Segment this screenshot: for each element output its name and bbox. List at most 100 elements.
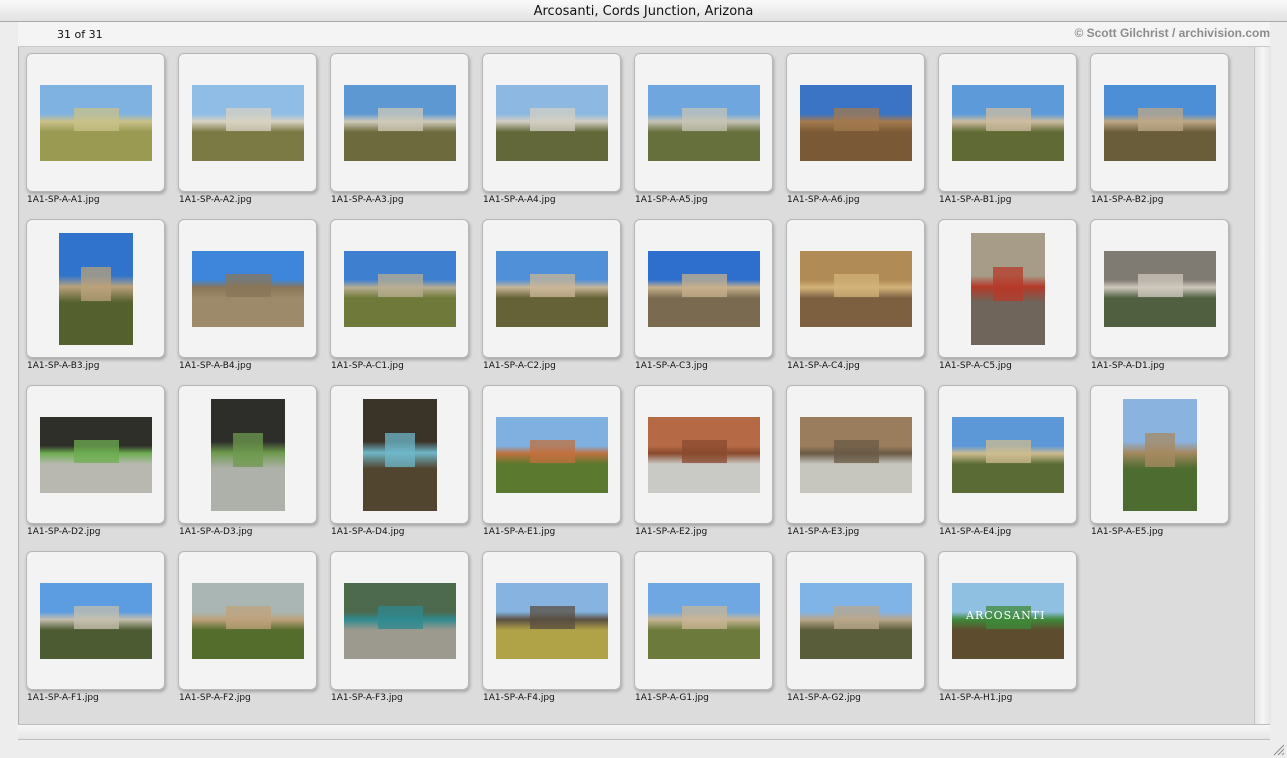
thumbnail-item[interactable]: 1A1-SP-A-B1.jpg [931,47,1083,209]
thumbnail-image[interactable] [496,583,608,659]
thumbnail-item[interactable]: 1A1-SP-A-E2.jpg [627,379,779,541]
slide-frame[interactable] [938,53,1077,192]
slide-frame[interactable] [26,53,165,192]
thumbnail-image[interactable] [971,233,1045,345]
slide-frame[interactable] [178,53,317,192]
thumbnail-item[interactable]: 1A1-SP-A-E3.jpg [779,379,931,541]
slide-frame[interactable] [178,385,317,524]
thumbnail-image[interactable] [59,233,133,345]
slide-frame[interactable] [330,219,469,358]
thumbnail-item[interactable]: 1A1-SP-A-B2.jpg [1083,47,1235,209]
slide-frame[interactable] [938,219,1077,358]
thumbnail-item[interactable]: 1A1-SP-A-F4.jpg [475,545,627,707]
thumbnail-item[interactable]: 1A1-SP-A-C4.jpg [779,213,931,375]
thumbnail-image[interactable] [40,583,152,659]
thumbnail-image[interactable] [344,85,456,161]
slide-frame[interactable] [938,385,1077,524]
slide-frame[interactable] [634,551,773,690]
thumbnail-item[interactable]: 1A1-SP-A-A2.jpg [171,47,323,209]
thumbnail-item[interactable]: 1A1-SP-A-B3.jpg [19,213,171,375]
thumbnail-item[interactable]: 1A1-SP-A-A6.jpg [779,47,931,209]
thumbnail-image[interactable] [344,251,456,327]
thumbnail-item[interactable]: 1A1-SP-A-D3.jpg [171,379,323,541]
resize-grip-icon[interactable] [1271,742,1285,756]
thumbnail-image[interactable] [648,251,760,327]
thumbnail-filename: 1A1-SP-A-D2.jpg [27,527,101,537]
thumbnail-image[interactable] [211,399,285,511]
thumbnail-image[interactable] [1104,251,1216,327]
thumbnail-image[interactable] [800,583,912,659]
horizontal-scrollbar[interactable] [18,724,1270,740]
thumbnail-image[interactable] [800,85,912,161]
thumbnail-item[interactable]: 1A1-SP-A-A3.jpg [323,47,475,209]
slide-frame[interactable] [178,551,317,690]
slide-frame[interactable] [330,385,469,524]
thumbnail-item[interactable]: 1A1-SP-A-E1.jpg [475,379,627,541]
thumbnail-item[interactable]: 1A1-SP-A-G2.jpg [779,545,931,707]
thumbnail-filename: 1A1-SP-A-C1.jpg [331,361,404,371]
thumbnail-image[interactable] [496,85,608,161]
thumbnail-item[interactable]: 1A1-SP-A-E5.jpg [1083,379,1235,541]
slide-frame[interactable] [634,385,773,524]
slide-frame[interactable] [178,219,317,358]
thumbnail-item[interactable]: 1A1-SP-A-F2.jpg [171,545,323,707]
thumbnail-image[interactable] [648,583,760,659]
slide-frame[interactable] [482,219,621,358]
slide-frame[interactable] [1090,53,1229,192]
thumbnail-image[interactable] [952,85,1064,161]
thumbnail-item[interactable]: 1A1-SP-A-D2.jpg [19,379,171,541]
slide-frame[interactable] [26,385,165,524]
thumbnail-item[interactable]: 1A1-SP-A-D1.jpg [1083,213,1235,375]
thumbnail-item[interactable]: 1A1-SP-A-A5.jpg [627,47,779,209]
thumbnail-item[interactable]: 1A1-SP-A-C5.jpg [931,213,1083,375]
thumbnail-image[interactable] [496,251,608,327]
thumbnail-image[interactable] [363,399,437,511]
thumbnail-image[interactable] [800,417,912,493]
slide-frame[interactable] [330,551,469,690]
thumbnail-image[interactable] [1104,85,1216,161]
thumbnail-image[interactable] [40,85,152,161]
slide-frame[interactable] [26,219,165,358]
slide-frame[interactable] [1090,385,1229,524]
title-bar[interactable]: Arcosanti, Cords Junction, Arizona [0,0,1287,22]
thumbnail-image[interactable] [192,85,304,161]
thumbnail-image[interactable] [952,417,1064,493]
thumbnail-item[interactable]: 1A1-SP-A-A1.jpg [19,47,171,209]
thumbnail-item[interactable]: 1A1-SP-A-C3.jpg [627,213,779,375]
thumbnail-item[interactable]: 1A1-SP-A-F1.jpg [19,545,171,707]
thumbnail-item[interactable]: 1A1-SP-A-C1.jpg [323,213,475,375]
slide-frame[interactable]: ARCOSANTI [938,551,1077,690]
slide-frame[interactable] [786,219,925,358]
slide-frame[interactable] [26,551,165,690]
thumbnail-image[interactable] [192,583,304,659]
thumbnail-image[interactable] [800,251,912,327]
thumbnail-item[interactable]: 1A1-SP-A-G1.jpg [627,545,779,707]
slide-frame[interactable] [634,219,773,358]
slide-frame[interactable] [330,53,469,192]
vertical-scrollbar[interactable] [1254,47,1271,724]
thumbnail-item[interactable]: 1A1-SP-A-B4.jpg [171,213,323,375]
slide-frame[interactable] [1090,219,1229,358]
slide-frame[interactable] [634,53,773,192]
thumbnail-image[interactable] [648,417,760,493]
slide-frame[interactable] [482,551,621,690]
thumbnail-item[interactable]: ARCOSANTI 1A1-SP-A-H1.jpg [931,545,1083,707]
thumbnail-item[interactable]: 1A1-SP-A-F3.jpg [323,545,475,707]
thumbnail-image[interactable] [40,417,152,493]
slide-frame[interactable] [786,385,925,524]
thumbnail-image[interactable] [192,251,304,327]
slide-frame[interactable] [482,385,621,524]
slide-frame[interactable] [482,53,621,192]
slide-frame[interactable] [786,551,925,690]
thumbnail-image[interactable] [1123,399,1197,511]
slide-frame[interactable] [786,53,925,192]
thumbnail-image[interactable] [648,85,760,161]
thumbnail-item[interactable]: 1A1-SP-A-D4.jpg [323,379,475,541]
thumbnail-image[interactable]: ARCOSANTI [952,583,1064,659]
thumbnail-image[interactable] [344,583,456,659]
thumbnail-item[interactable]: 1A1-SP-A-C2.jpg [475,213,627,375]
thumbnail-image[interactable] [496,417,608,493]
thumbnail-item[interactable]: 1A1-SP-A-A4.jpg [475,47,627,209]
thumbnail-filename: 1A1-SP-A-A6.jpg [787,195,860,205]
thumbnail-item[interactable]: 1A1-SP-A-E4.jpg [931,379,1083,541]
